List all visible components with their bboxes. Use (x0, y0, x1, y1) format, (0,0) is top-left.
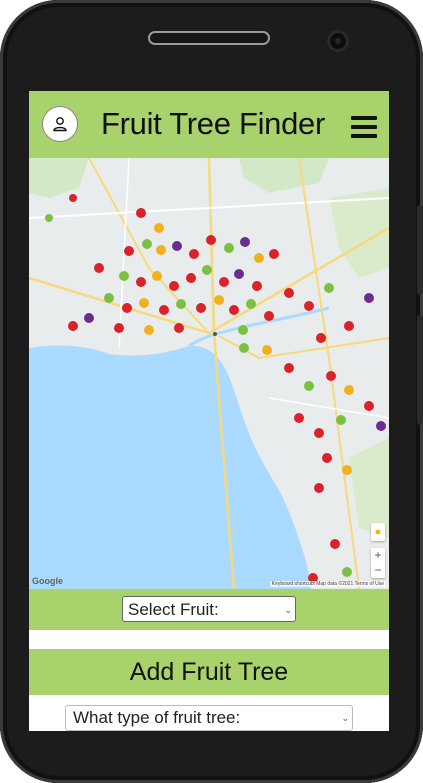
google-logo: Google (32, 576, 63, 586)
add-fruit-tree-title: Add Fruit Tree (129, 658, 289, 686)
user-icon[interactable] (42, 106, 78, 142)
select-fruit-value: Select Fruit: (128, 600, 219, 619)
pegman-icon[interactable]: ● (371, 523, 385, 541)
fruit-type-placeholder: What type of fruit tree: (73, 708, 241, 727)
power-button (417, 315, 423, 425)
map-credits[interactable]: Keyboard shortcuts Map data ©2021 Terms … (269, 581, 386, 587)
fruit-type-dropdown[interactable]: What type of fruit tree: ⌄ (65, 705, 353, 731)
chevron-down-icon: ⌄ (341, 713, 349, 723)
map-canvas[interactable] (29, 158, 389, 589)
volume-button (417, 205, 423, 295)
add-fruit-tree-header: Add Fruit Tree (29, 649, 389, 695)
phone-camera (327, 30, 349, 52)
phone-speaker (148, 31, 270, 45)
app-header: Fruit Tree Finder (29, 91, 389, 158)
zoom-out-button[interactable]: − (371, 563, 385, 578)
fruit-filter-bar: Select Fruit: ⌄ (29, 589, 389, 630)
chevron-down-icon: ⌄ (284, 605, 292, 615)
phone-frame: Fruit Tree Finder Google Keyboard shortc… (0, 0, 423, 783)
map-view[interactable]: Google Keyboard shortcuts Map data ©2021… (29, 158, 389, 589)
select-fruit-dropdown[interactable]: Select Fruit: ⌄ (122, 596, 296, 622)
zoom-in-button[interactable]: + (371, 548, 385, 563)
app-title: Fruit Tree Finder (101, 106, 326, 141)
hamburger-menu-icon[interactable] (351, 116, 377, 138)
user-glyph (53, 117, 67, 132)
app-screen: Fruit Tree Finder Google Keyboard shortc… (29, 91, 389, 731)
zoom-controls[interactable]: + − (371, 548, 385, 578)
